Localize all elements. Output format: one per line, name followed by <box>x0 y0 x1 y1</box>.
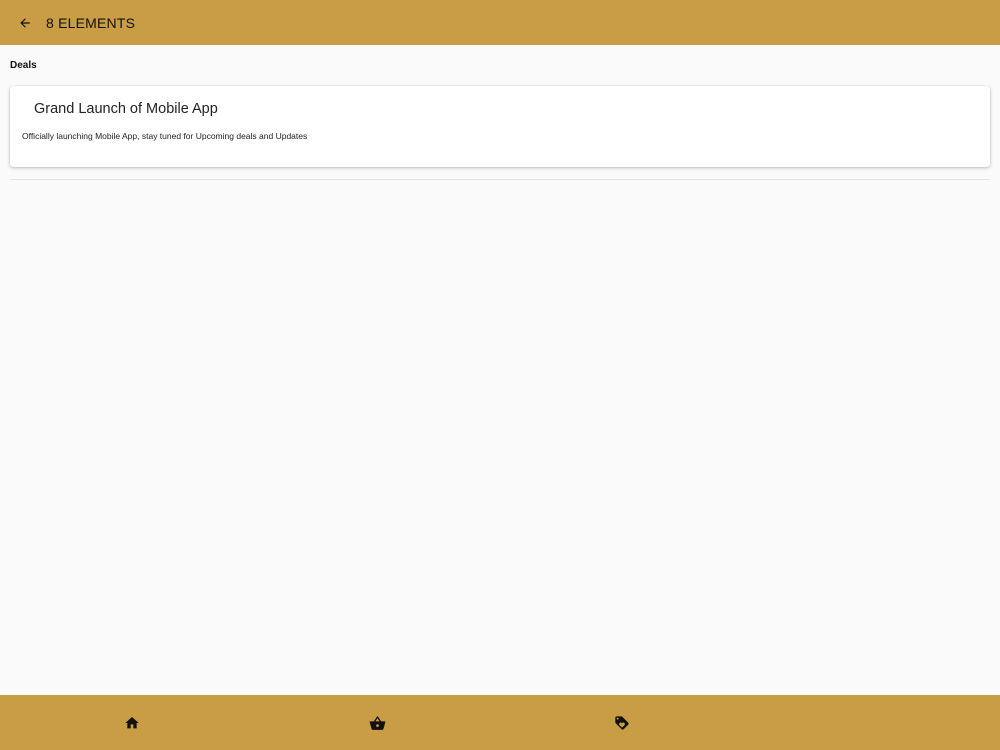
nav-basket-button[interactable] <box>363 709 391 737</box>
deal-card[interactable]: Grand Launch of Mobile App Officially la… <box>10 86 990 167</box>
bottom-navigation-bar <box>0 695 1000 750</box>
home-icon <box>125 717 139 729</box>
basket-icon <box>369 715 385 730</box>
tag-icon <box>615 716 629 730</box>
page-title: 8 ELEMENTS <box>46 14 136 31</box>
back-button[interactable] <box>16 14 34 32</box>
arrow-left-icon <box>20 17 30 28</box>
divider <box>10 179 990 180</box>
app-screen: 8 ELEMENTS Deals Grand Launch of Mobile … <box>0 0 1000 750</box>
section-title: Deals <box>10 60 37 71</box>
deals-content: Deals Grand Launch of Mobile App Officia… <box>0 45 1000 695</box>
deal-description: Officially launching Mobile App, stay tu… <box>22 131 308 141</box>
nav-home-button[interactable] <box>118 709 146 737</box>
top-app-bar: 8 ELEMENTS <box>0 0 1000 45</box>
deal-title: Grand Launch of Mobile App <box>34 101 218 117</box>
nav-deals-button[interactable] <box>608 709 636 737</box>
